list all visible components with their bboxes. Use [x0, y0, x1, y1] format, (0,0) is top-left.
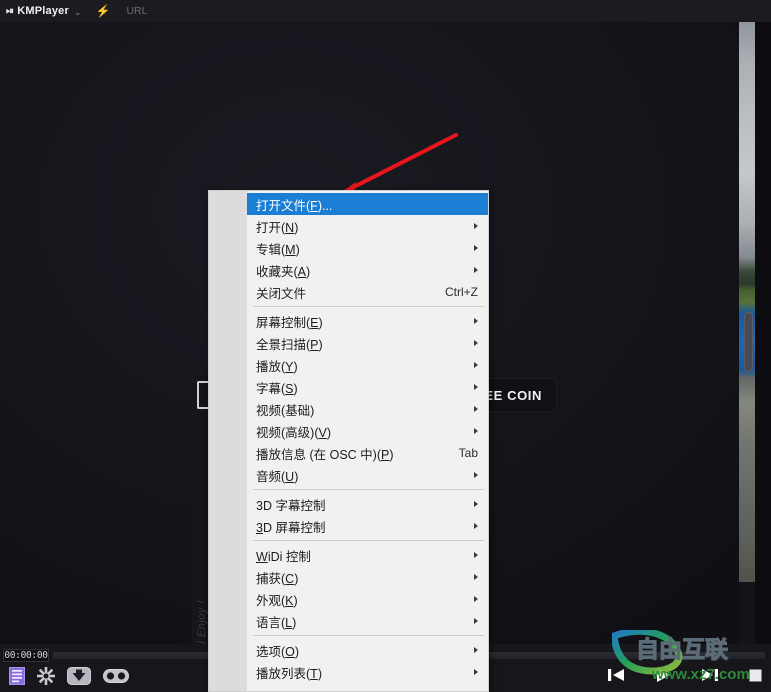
context-menu-item-label: WiDi 控制: [256, 549, 311, 564]
context-menu-item[interactable]: 3D 字幕控制: [209, 493, 488, 515]
context-menu-item-label: 播放信息 (在 OSC 中)(P): [256, 447, 394, 462]
submenu-chevron-icon: [474, 596, 478, 602]
kmplayer-window: ⏯ KMPlayer ⌄ ⚡ URL e All Enjoy ! FREE CO…: [0, 0, 771, 692]
context-menu-item-label: 播放(Y): [256, 359, 298, 374]
play-icon[interactable]: [655, 667, 671, 683]
submenu-chevron-icon: [474, 318, 478, 324]
context-menu-item[interactable]: 屏幕控制(E): [209, 310, 488, 332]
context-menu-item-shortcut: Ctrl+Z: [445, 285, 478, 299]
context-menu-item[interactable]: 捕获(C): [209, 566, 488, 588]
context-menu-item-label: 全景扫描(P): [256, 337, 323, 352]
submenu-chevron-icon: [474, 384, 478, 390]
context-menu-item[interactable]: 外观(K): [209, 588, 488, 610]
app-logo: ⏯ KMPlayer: [6, 5, 69, 17]
context-menu-item-label: 播放列表(T): [256, 666, 322, 681]
submenu-chevron-icon: [474, 523, 478, 529]
submenu-chevron-icon: [474, 406, 478, 412]
stop-icon[interactable]: [749, 669, 762, 682]
playlist-icon[interactable]: [9, 667, 25, 685]
context-menu-item-label: 选项(O): [256, 644, 300, 659]
context-menu-separator: [209, 632, 488, 639]
left-button-group: [9, 667, 129, 685]
context-menu-item[interactable]: 播放列表(T): [209, 661, 488, 683]
bolt-icon[interactable]: ⚡: [95, 4, 110, 18]
context-menu-item-label: 视频(基础): [256, 403, 315, 418]
side-panel-thumbnail: [739, 22, 755, 582]
submenu-chevron-icon: [474, 267, 478, 273]
titlebar: ⏯ KMPlayer ⌄ ⚡ URL: [0, 0, 771, 22]
submenu-chevron-icon: [474, 618, 478, 624]
context-menu-items: 打开文件(F)... 打开(N) 专辑(M) 收藏夹(A) 关闭文件 Ctrl+Z 屏幕控制…: [209, 191, 488, 683]
context-menu-separator: [209, 486, 488, 493]
submenu-chevron-icon: [474, 552, 478, 558]
context-menu[interactable]: 打开文件(F)... 打开(N) 专辑(M) 收藏夹(A) 关闭文件 Ctrl+Z 屏幕控制…: [208, 190, 489, 692]
context-menu-item-label: 3D 字幕控制: [256, 498, 326, 513]
vr-goggles-icon[interactable]: [103, 668, 129, 684]
submenu-chevron-icon: [474, 574, 478, 580]
context-menu-item-label: 收藏夹(A): [256, 264, 311, 279]
previous-icon[interactable]: [607, 668, 625, 682]
context-menu-item[interactable]: 视频(基础): [209, 398, 488, 420]
context-menu-item-label: 3D 屏幕控制: [256, 520, 326, 535]
context-menu-item[interactable]: 选项(O): [209, 639, 488, 661]
context-menu-item[interactable]: 打开文件(F)...: [247, 193, 488, 215]
timecode-display: 00:00:00: [3, 648, 49, 662]
gear-icon[interactable]: [37, 667, 55, 685]
submenu-chevron-icon: [474, 428, 478, 434]
right-button-group: [607, 667, 762, 683]
context-menu-item[interactable]: 播放信息 (在 OSC 中)(P) Tab: [209, 442, 488, 464]
context-menu-item[interactable]: 关闭文件 Ctrl+Z: [209, 281, 488, 303]
next-icon[interactable]: [701, 668, 719, 682]
context-menu-item[interactable]: 收藏夹(A): [209, 259, 488, 281]
context-menu-item-label: 视频(高级)(V): [256, 425, 332, 440]
context-menu-item[interactable]: WiDi 控制: [209, 544, 488, 566]
context-menu-separator: [209, 537, 488, 544]
context-menu-separator: [209, 303, 488, 310]
context-menu-item-label: 专辑(M): [256, 242, 300, 257]
submenu-chevron-icon: [474, 223, 478, 229]
submenu-chevron-icon: [474, 340, 478, 346]
context-menu-item-label: 字幕(S): [256, 381, 298, 396]
context-menu-item[interactable]: 3D 屏幕控制: [209, 515, 488, 537]
context-menu-item-label: 打开(N): [256, 220, 299, 235]
context-menu-item[interactable]: 视频(高级)(V): [209, 420, 488, 442]
submenu-chevron-icon: [474, 245, 478, 251]
context-menu-item[interactable]: 打开(N): [209, 215, 488, 237]
kmplayer-mark-icon: ⏯: [6, 5, 15, 17]
context-menu-item-label: 语言(L): [256, 615, 297, 630]
context-menu-item-label: 捕获(C): [256, 571, 299, 586]
download-icon[interactable]: [67, 667, 91, 685]
submenu-chevron-icon: [474, 669, 478, 675]
chevron-down-icon[interactable]: ⌄: [74, 7, 82, 18]
vertical-scrollbar-thumb[interactable]: [744, 312, 753, 372]
context-menu-item-label: 打开文件(F)...: [256, 198, 333, 213]
context-menu-item-shortcut: Tab: [458, 446, 478, 460]
context-menu-item[interactable]: 音频(U): [209, 464, 488, 486]
context-menu-item[interactable]: 字幕(S): [209, 376, 488, 398]
context-menu-item[interactable]: 播放(Y): [209, 354, 488, 376]
context-menu-item-label: 关闭文件: [256, 286, 307, 301]
url-input[interactable]: URL: [126, 5, 147, 17]
context-menu-item-label: 音频(U): [256, 469, 299, 484]
context-menu-item-label: 屏幕控制(E): [256, 315, 323, 330]
context-menu-item-label: 外观(K): [256, 593, 298, 608]
context-menu-item[interactable]: 专辑(M): [209, 237, 488, 259]
submenu-chevron-icon: [474, 501, 478, 507]
context-menu-item[interactable]: 全景扫描(P): [209, 332, 488, 354]
context-menu-item[interactable]: 语言(L): [209, 610, 488, 632]
submenu-chevron-icon: [474, 647, 478, 653]
submenu-chevron-icon: [474, 472, 478, 478]
app-name-label: KMPlayer: [17, 5, 69, 17]
submenu-chevron-icon: [474, 362, 478, 368]
